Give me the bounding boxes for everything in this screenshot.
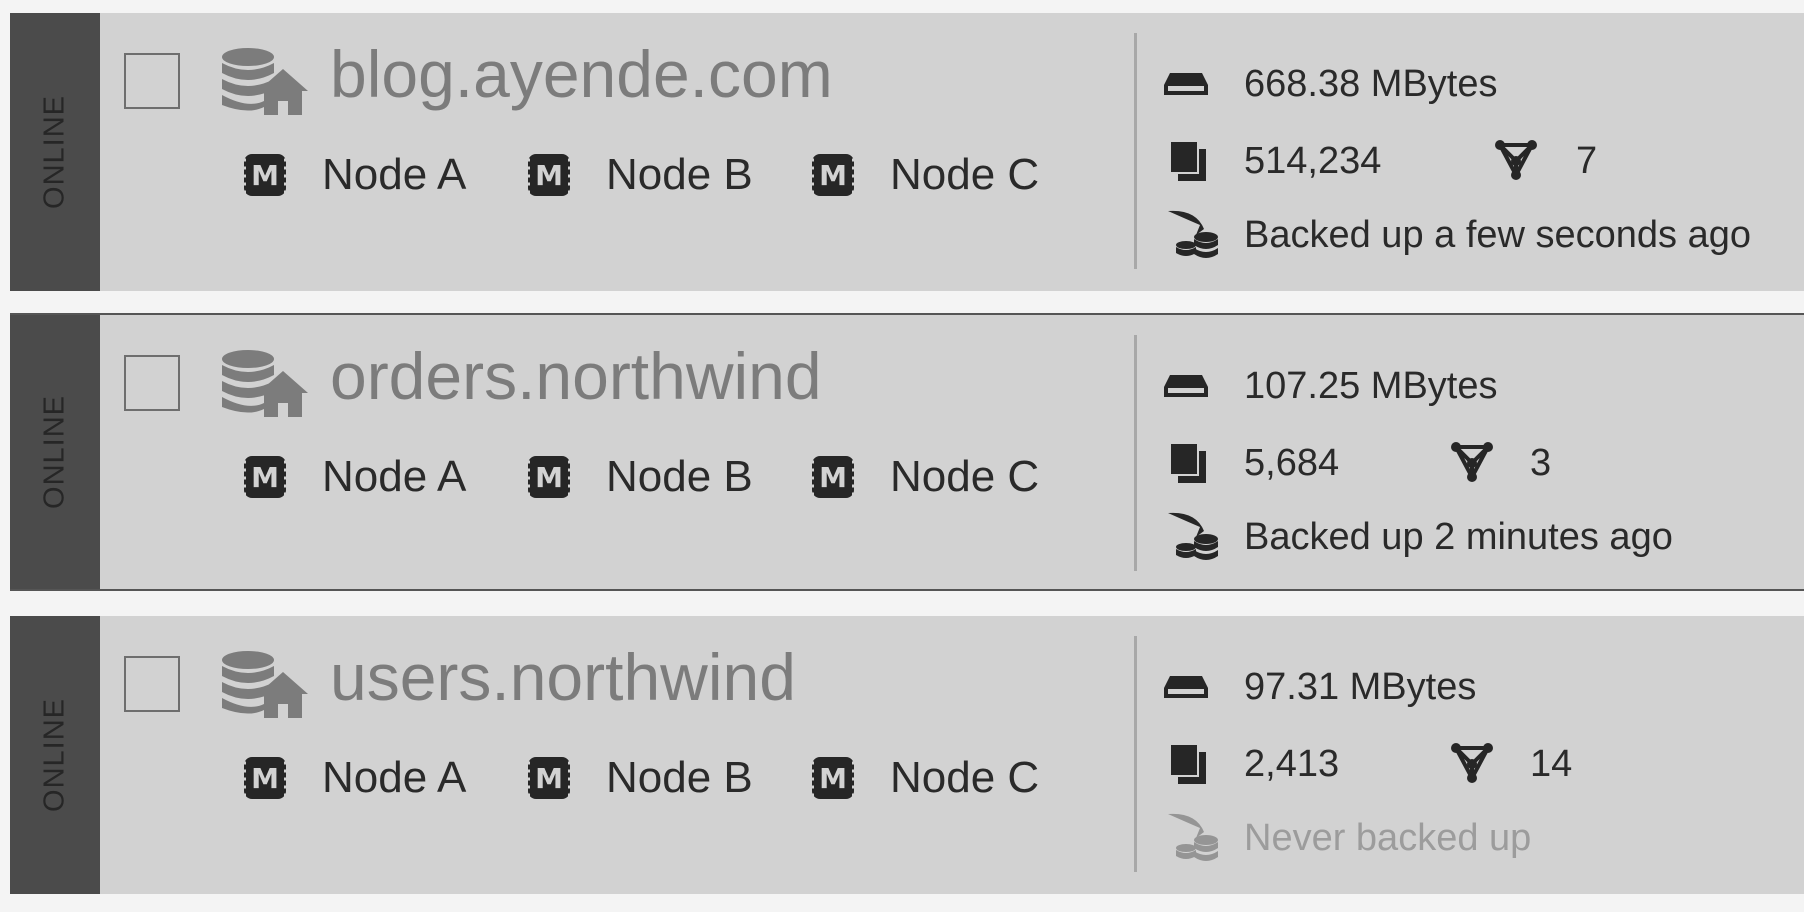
- svg-text:M: M: [819, 461, 847, 494]
- node-a[interactable]: M Node A: [242, 451, 466, 503]
- size-value: 668.38 MBytes: [1244, 63, 1498, 105]
- node-member-icon: M: [810, 757, 856, 799]
- status-label: ONLINE: [38, 395, 71, 509]
- node-label: Node A: [322, 452, 467, 501]
- node-c[interactable]: M Node C: [810, 149, 1039, 201]
- node-member-icon: M: [810, 154, 856, 196]
- node-a[interactable]: M Node A: [242, 752, 466, 804]
- node-member-icon: M: [810, 456, 856, 498]
- node-c[interactable]: M Node C: [810, 752, 1039, 804]
- node-b[interactable]: M Node B: [526, 451, 753, 503]
- divider: [1134, 636, 1137, 872]
- node-member-icon: M: [526, 757, 572, 799]
- select-checkbox[interactable]: [124, 355, 180, 411]
- node-b[interactable]: M Node B: [526, 752, 753, 804]
- node-label: Node A: [322, 753, 467, 802]
- indexes-value: 3: [1530, 442, 1552, 484]
- node-member-icon: M: [242, 757, 288, 799]
- database-home-icon: [222, 651, 308, 718]
- database-name[interactable]: users.northwind: [330, 644, 796, 710]
- node-label: Node C: [890, 150, 1040, 199]
- svg-text:M: M: [535, 159, 563, 192]
- database-row[interactable]: ONLINE blog.ayende.com M Node A M Node B: [10, 13, 1804, 291]
- index-icon: [1495, 140, 1537, 180]
- database-name[interactable]: blog.ayende.com: [330, 41, 833, 107]
- select-checkbox[interactable]: [124, 53, 180, 109]
- backup-status: Backed up 2 minutes ago: [1244, 516, 1673, 558]
- database-home-icon: [222, 350, 308, 417]
- storage-icon: [1164, 73, 1208, 95]
- indexes-value: 7: [1576, 140, 1598, 182]
- node-b[interactable]: M Node B: [526, 149, 753, 201]
- node-label: Node C: [890, 753, 1040, 802]
- status-strip: ONLINE: [10, 13, 100, 291]
- svg-text:M: M: [535, 461, 563, 494]
- svg-text:M: M: [819, 159, 847, 192]
- backup-status: Never backed up: [1244, 817, 1532, 859]
- divider: [1134, 335, 1137, 571]
- node-member-icon: M: [526, 154, 572, 196]
- database-name[interactable]: orders.northwind: [330, 343, 822, 409]
- backup-status: Backed up a few seconds ago: [1244, 214, 1752, 256]
- storage-icon: [1164, 676, 1208, 698]
- node-label: Node B: [606, 452, 753, 501]
- status-strip: ONLINE: [10, 315, 100, 589]
- node-c[interactable]: M Node C: [810, 451, 1039, 503]
- select-checkbox[interactable]: [124, 656, 180, 712]
- node-label: Node B: [606, 753, 753, 802]
- database-row[interactable]: ONLINE orders.northwind M Node A M Node …: [10, 313, 1804, 591]
- size-value: 97.31 MBytes: [1244, 666, 1477, 708]
- database-row[interactable]: ONLINE users.northwind M Node A M Node B: [10, 616, 1804, 894]
- index-icon: [1451, 743, 1493, 783]
- svg-text:M: M: [251, 762, 279, 795]
- svg-text:M: M: [819, 762, 847, 795]
- storage-icon: [1164, 375, 1208, 397]
- backup-icon: [1168, 512, 1218, 560]
- documents-value: 5,684: [1244, 442, 1340, 484]
- indexes-value: 14: [1530, 743, 1573, 785]
- index-icon: [1451, 442, 1493, 482]
- documents-icon: [1169, 140, 1206, 181]
- backup-icon: [1168, 813, 1218, 861]
- size-value: 107.25 MBytes: [1244, 365, 1498, 407]
- divider: [1134, 33, 1137, 269]
- status-label: ONLINE: [38, 95, 71, 209]
- status-label: ONLINE: [38, 698, 71, 812]
- documents-icon: [1169, 442, 1206, 483]
- backup-icon: [1168, 210, 1218, 258]
- node-label: Node A: [322, 150, 467, 199]
- documents-value: 514,234: [1244, 140, 1382, 182]
- node-member-icon: M: [526, 456, 572, 498]
- database-home-icon: [222, 48, 308, 115]
- svg-text:M: M: [535, 762, 563, 795]
- node-a[interactable]: M Node A: [242, 149, 466, 201]
- documents-icon: [1169, 743, 1206, 784]
- documents-value: 2,413: [1244, 743, 1340, 785]
- node-label: Node B: [606, 150, 753, 199]
- node-member-icon: M: [242, 154, 288, 196]
- node-member-icon: M: [242, 456, 288, 498]
- svg-text:M: M: [251, 159, 279, 192]
- svg-text:M: M: [251, 461, 279, 494]
- node-label: Node C: [890, 452, 1040, 501]
- status-strip: ONLINE: [10, 616, 100, 894]
